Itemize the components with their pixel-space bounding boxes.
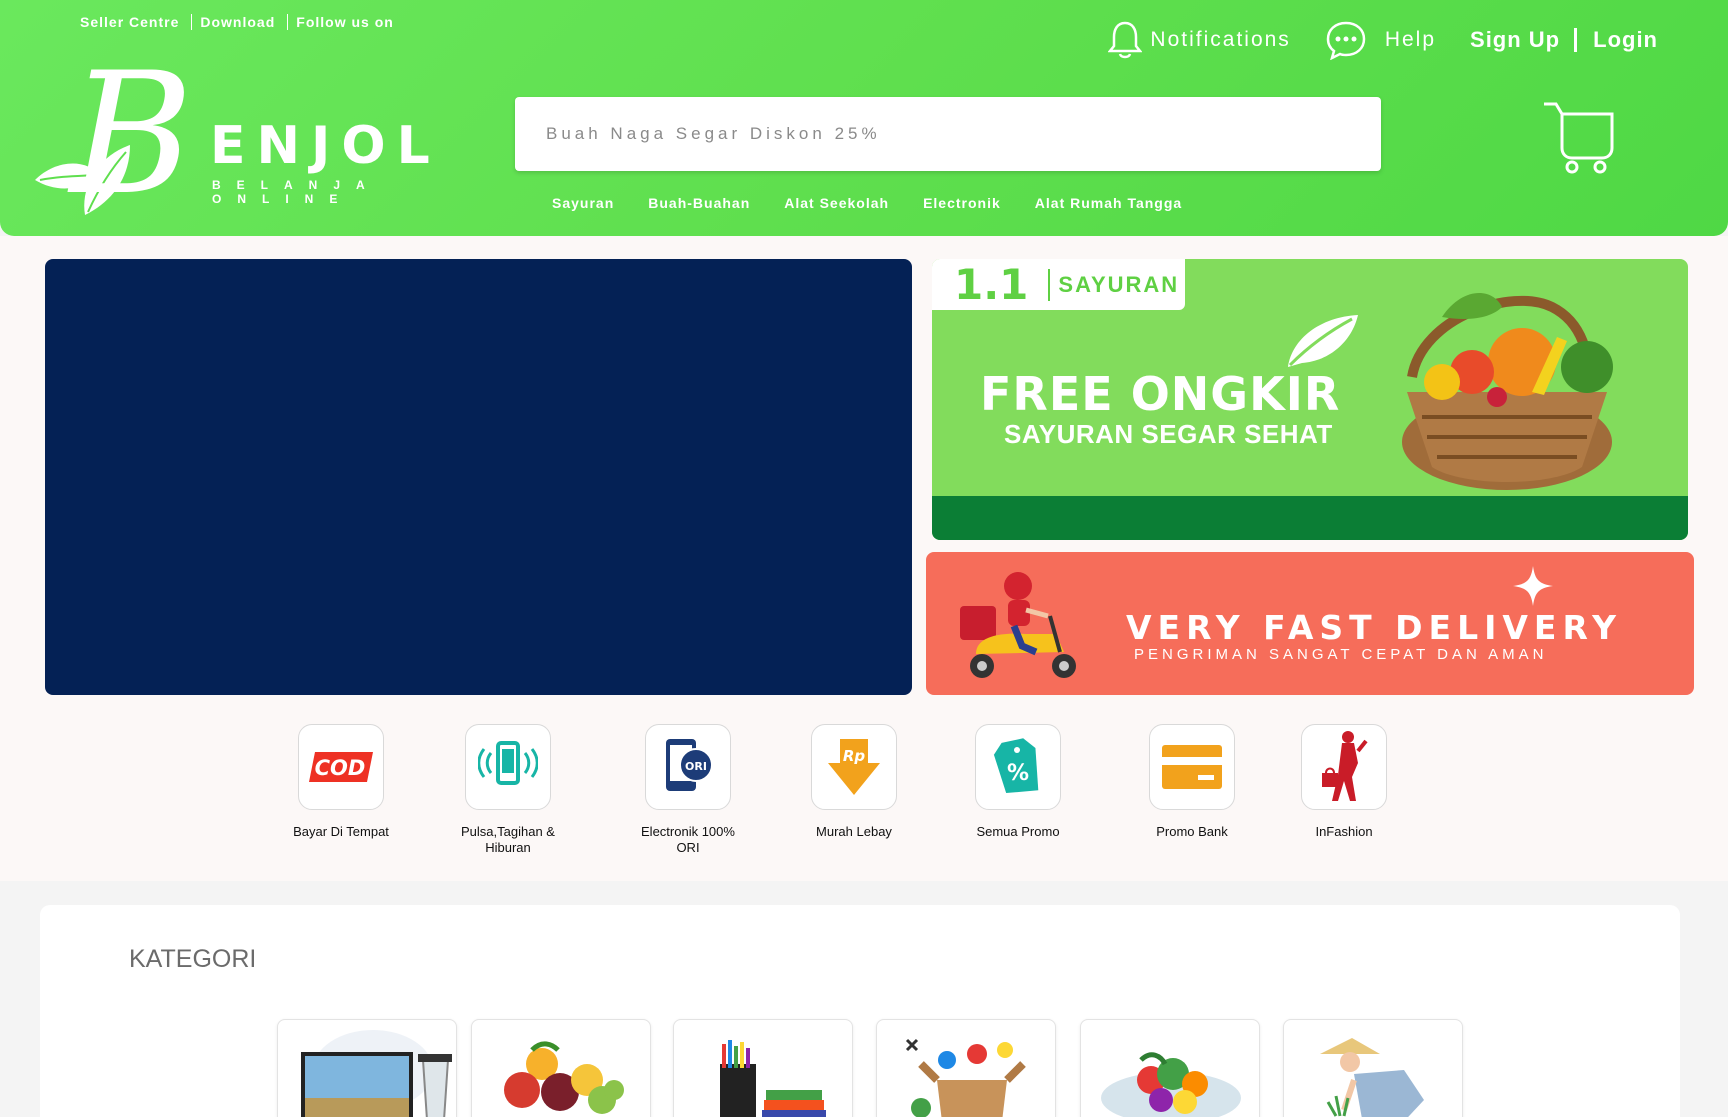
banner-subtitle: PENGRIMAN SANGAT CEPAT DAN AMAN — [1134, 646, 1548, 663]
header: Seller Centre Download Follow us on B EN… — [0, 0, 1728, 236]
download-link[interactable]: Download — [200, 14, 275, 30]
svg-text:Rp: Rp — [843, 747, 866, 765]
quick-link-murah-lebay[interactable]: Rp Murah Lebay — [794, 724, 914, 840]
category-card-fruits[interactable] — [471, 1019, 651, 1117]
help-button[interactable]: Help — [1325, 20, 1436, 60]
logo-tagline: BELANJA ONLINE — [212, 178, 381, 206]
category-link[interactable]: Electronik — [923, 195, 1001, 211]
quick-icon-box: COD — [298, 724, 384, 810]
ori-phone-icon: ORI — [666, 739, 713, 791]
cart-icon[interactable] — [1542, 100, 1614, 174]
quick-link-label: Semua Promo — [976, 824, 1060, 839]
promo-badge: 1.1 SAYURAN — [932, 259, 1185, 310]
top-links: Seller Centre Download Follow us on — [80, 14, 394, 30]
category-card-toys[interactable] — [876, 1019, 1056, 1117]
auth-links: Sign Up Login — [1470, 27, 1658, 53]
divider — [1574, 28, 1578, 52]
delivery-scooter-icon — [960, 572, 1076, 678]
fruit-basket-icon — [504, 1041, 624, 1114]
banner-strip — [932, 496, 1688, 540]
vegetables-splash-icon — [1101, 1052, 1241, 1117]
quick-icon-box — [1149, 724, 1235, 810]
sparkle-icon — [1513, 566, 1553, 606]
quick-link-electronik[interactable]: ORI Electronik 100% ORI — [628, 724, 748, 856]
school-supplies-icon — [720, 1040, 826, 1117]
quick-link-infashion[interactable]: InFashion — [1284, 724, 1404, 840]
quick-link-semua-promo[interactable]: % Semua Promo — [958, 724, 1078, 840]
phone-signal-icon — [478, 741, 538, 785]
fashion-icon — [1322, 731, 1368, 801]
badge-number: 1.1 — [954, 260, 1029, 309]
vegetable-basket-icon — [1402, 293, 1613, 490]
right-nav: Notifications Help Sign Up Login — [1108, 20, 1658, 60]
divider — [1048, 268, 1051, 301]
category-card-electronics[interactable] — [277, 1019, 457, 1117]
divider — [191, 14, 193, 30]
tv-blender-icon — [301, 1030, 452, 1117]
quick-icon-box — [1301, 724, 1387, 810]
quick-link-label: Electronik 100% ORI — [641, 824, 735, 855]
svg-text:%: % — [1007, 761, 1029, 786]
leaf-icon — [1288, 315, 1358, 367]
benjol-logo[interactable]: B ENJOL BELANJA ONLINE — [30, 50, 450, 220]
signup-link[interactable]: Sign Up — [1470, 27, 1560, 53]
divider — [287, 14, 289, 30]
logo-wordmark: ENJOL — [210, 116, 441, 176]
follow-us-link[interactable]: Follow us on — [296, 14, 394, 30]
logo-letter: B — [70, 36, 194, 232]
banner-subtitle: SAYURAN SEGAR SEHAT — [1004, 419, 1333, 449]
category-card-gardening[interactable] — [1283, 1019, 1463, 1117]
quick-link-cod[interactable]: COD Bayar Di Tempat — [281, 724, 401, 840]
category-card-vegetables[interactable] — [1080, 1019, 1260, 1117]
quick-icon-box: ORI — [645, 724, 731, 810]
banner-title: VERY FAST DELIVERY — [1126, 608, 1622, 647]
quick-icon-box: Rp — [811, 724, 897, 810]
quick-link-label: Bayar Di Tempat — [293, 824, 389, 839]
banner-title: FREE ONGKIR — [980, 367, 1341, 421]
section-title: KATEGORI — [129, 945, 257, 973]
category-link[interactable]: Buah-Buahan — [648, 195, 750, 211]
bell-icon — [1108, 21, 1143, 59]
rupiah-arrow-icon: Rp — [828, 739, 880, 795]
bank-card-icon — [1162, 745, 1222, 789]
toy-box-icon — [905, 1038, 1026, 1117]
chat-bubble-icon — [1326, 21, 1366, 60]
quick-link-promo-bank[interactable]: Promo Bank — [1132, 724, 1252, 840]
search-input[interactable] — [515, 97, 1381, 171]
category-link[interactable]: Sayuran — [552, 195, 614, 211]
cod-icon: COD — [309, 752, 373, 782]
quick-link-label: InFashion — [1315, 824, 1373, 839]
quick-icon-box: % — [975, 724, 1061, 810]
quick-link-pulsa[interactable]: Pulsa,Tagihan & Hiburan — [448, 724, 568, 856]
category-card-school[interactable] — [673, 1019, 853, 1117]
svg-text:ORI: ORI — [685, 760, 707, 773]
quick-link-label: Promo Bank — [1156, 824, 1228, 839]
farmer-icon — [1320, 1038, 1424, 1117]
login-link[interactable]: Login — [1593, 27, 1658, 53]
seller-centre-link[interactable]: Seller Centre — [80, 14, 179, 30]
category-nav: Sayuran Buah-Buahan Alat Seekolah Electr… — [552, 195, 1182, 211]
fast-delivery-banner[interactable]: VERY FAST DELIVERY PENGRIMAN SANGAT CEPA… — [926, 552, 1694, 695]
help-label: Help — [1384, 28, 1437, 51]
svg-text:COD: COD — [315, 756, 366, 780]
notifications-label: Notifications — [1150, 28, 1291, 51]
category-link[interactable]: Alat Seekolah — [784, 195, 889, 211]
quick-link-label: Pulsa,Tagihan & Hiburan — [461, 824, 555, 855]
hero-banner[interactable] — [45, 259, 912, 695]
quick-link-label: Murah Lebay — [816, 824, 892, 839]
badge-text: SAYURAN — [1058, 271, 1180, 297]
quick-icon-box — [465, 724, 551, 810]
free-ongkir-banner[interactable]: 1.1 SAYURAN FREE ONGKIR SAYURAN SEGAR SE… — [932, 259, 1688, 540]
percent-tag-icon: % — [993, 738, 1039, 794]
category-link[interactable]: Alat Rumah Tangga — [1035, 195, 1182, 211]
notifications-button[interactable]: Notifications — [1108, 20, 1290, 60]
